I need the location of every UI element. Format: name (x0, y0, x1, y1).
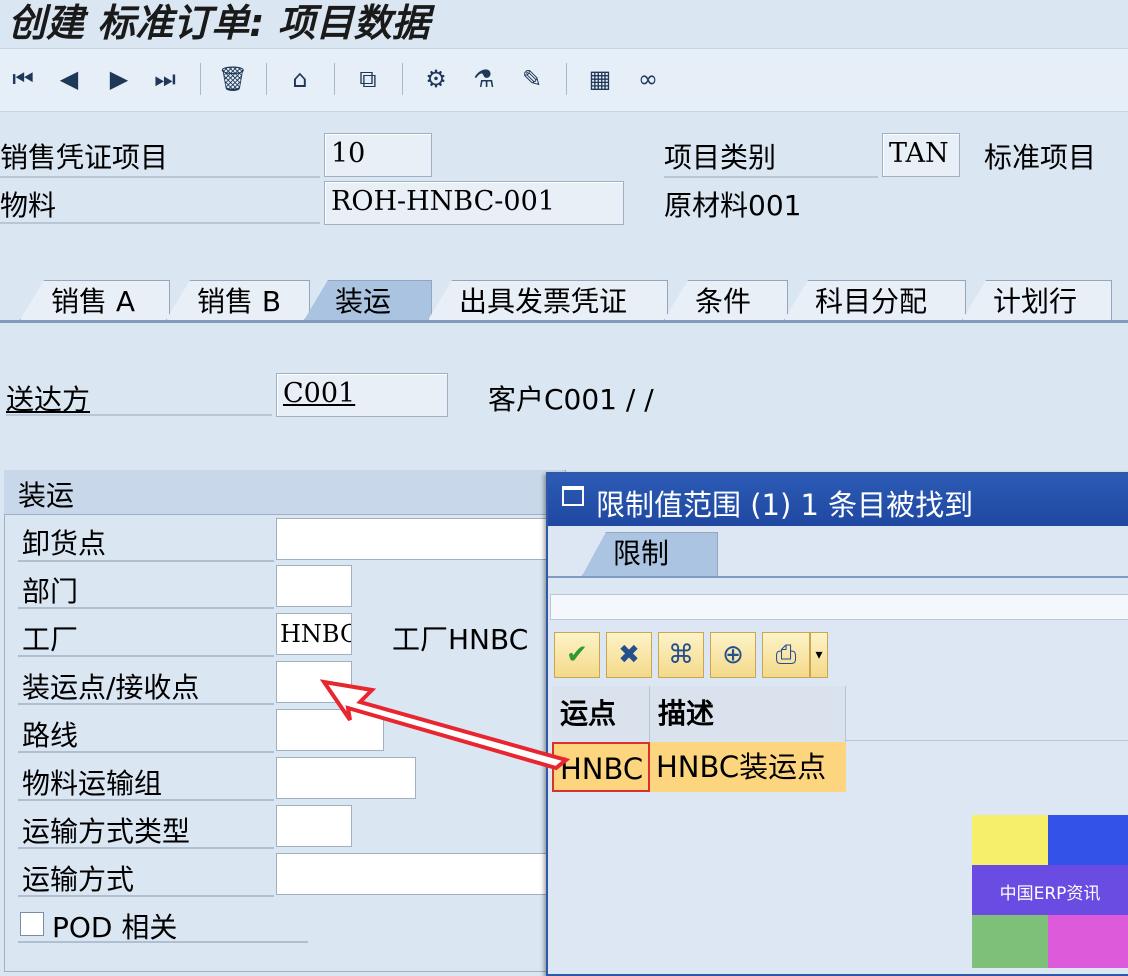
watermark-logo: 中国ERP资讯 (972, 815, 1128, 968)
watermark-text: 中国ERP资讯 (999, 884, 1101, 904)
annotation-arrow (319, 679, 571, 771)
